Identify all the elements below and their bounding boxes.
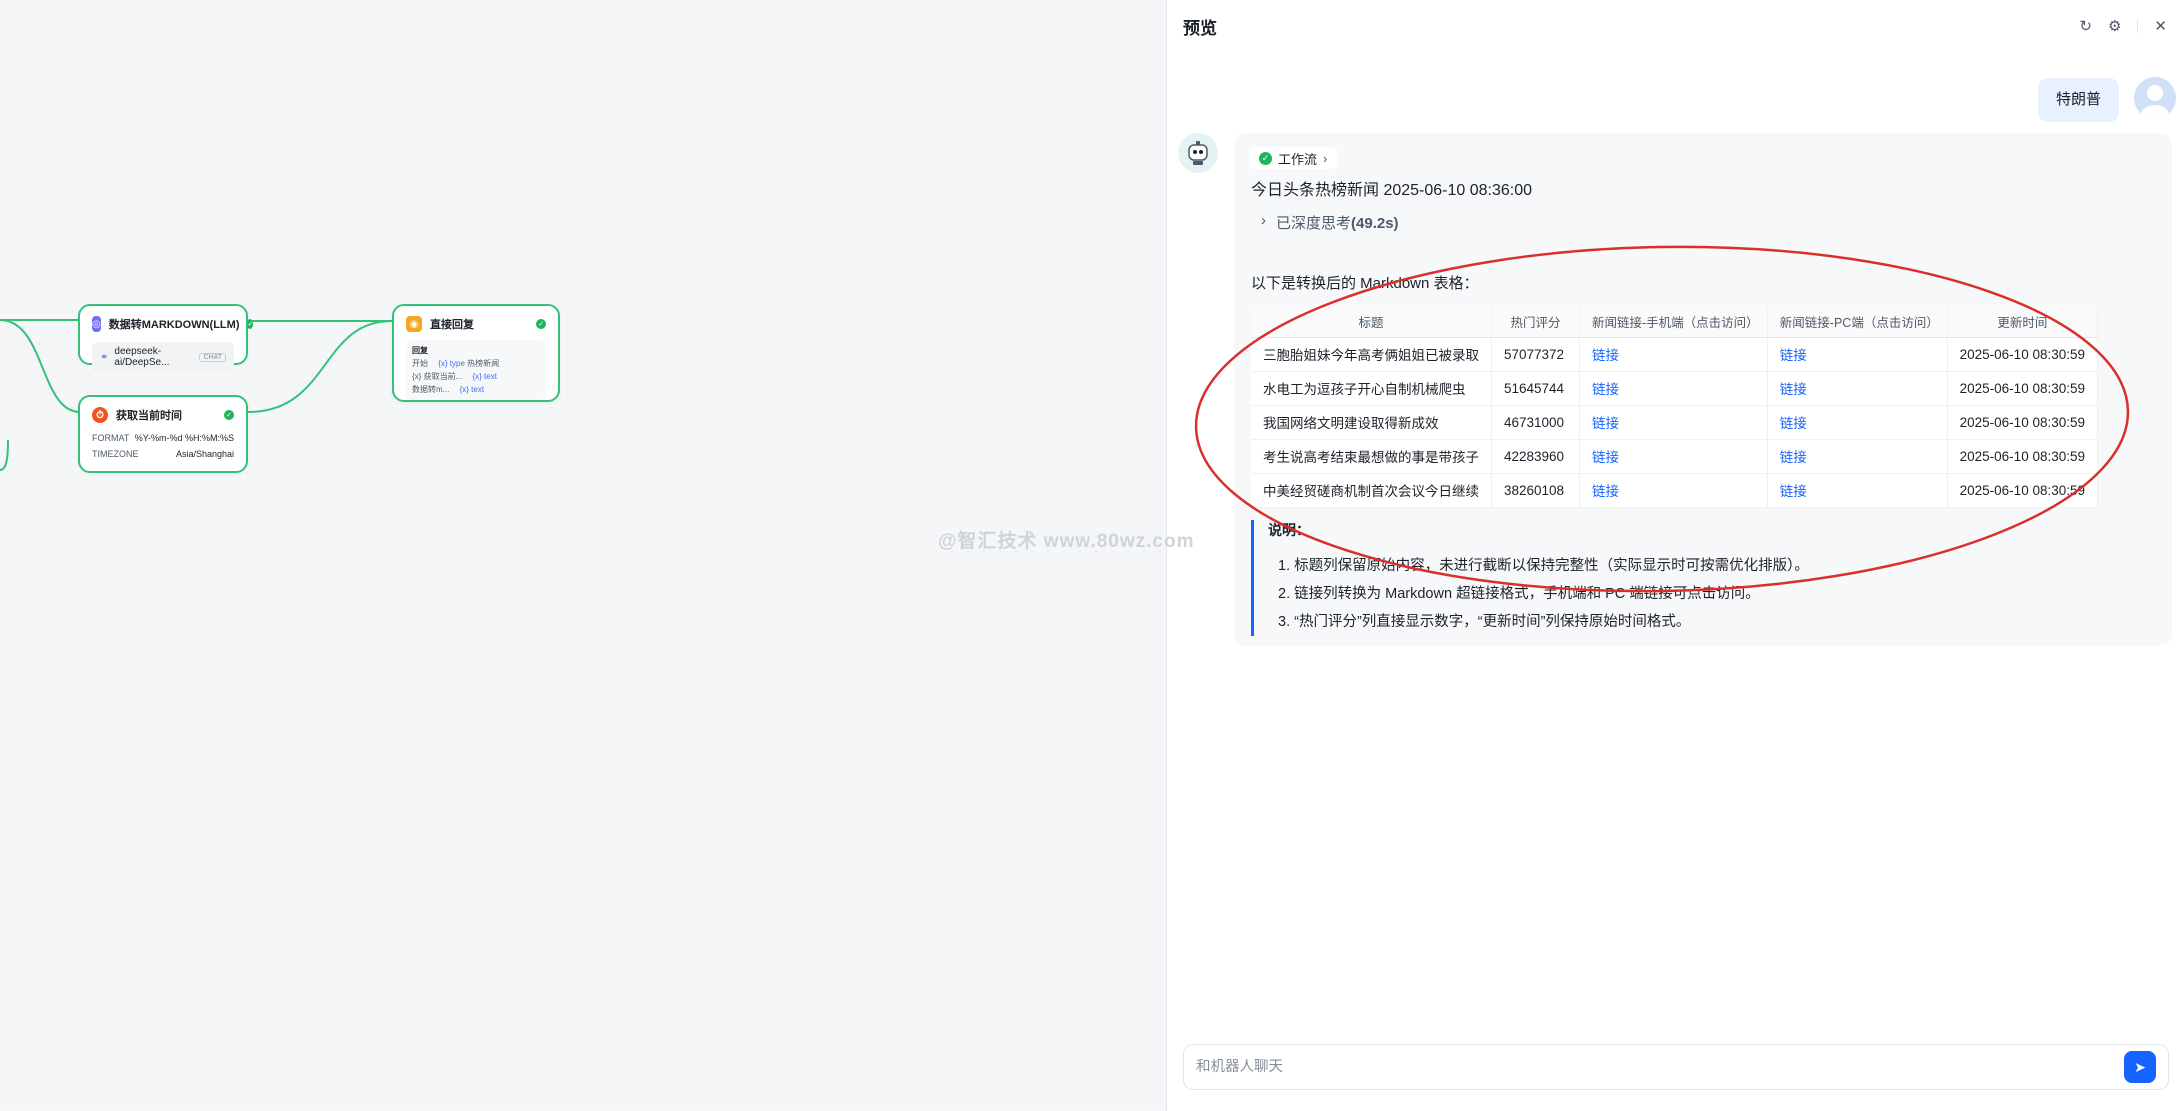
reply-icon: ◉	[406, 316, 422, 332]
note-item: 2. 链接列转换为 Markdown 超链接格式，手机端和 PC 端链接可点击访…	[1278, 586, 1760, 602]
table-row: 我国网络文明建设取得新成效 46731000 链接 链接 2025-06-10 0…	[1251, 405, 2099, 440]
workflow-status-tag[interactable]: ✓ 工作流 ›	[1249, 147, 1338, 169]
notes-list: 1. 标题列保留原始内容，未进行截断以保持完整性（实际显示时可按需优化排版）。 …	[1268, 552, 1951, 636]
reply-var-row: 开始 {x} type 热榜新闻	[412, 359, 500, 368]
model-link-icon: ⚭	[100, 351, 109, 363]
notes-title: 说明：	[1268, 522, 1310, 538]
reply-var-row: {x} 获取当前... {x} text	[412, 372, 497, 381]
deep-think-toggle[interactable]: › 已深度思考(49.2s)	[1261, 212, 1399, 233]
mobile-link[interactable]: 链接	[1579, 473, 1768, 508]
robot-icon	[1188, 141, 1208, 165]
col-time: 更新时间	[1947, 307, 2099, 338]
news-headline: 今日头条热榜新闻 2025-06-10 08:36:00	[1251, 182, 1533, 199]
model-pill[interactable]: ⚭ deepseek-ai/DeepSe... CHAT	[92, 342, 234, 372]
model-name: deepseek-ai/DeepSe...	[114, 346, 170, 368]
pc-link[interactable]: 链接	[1767, 405, 1948, 440]
edge-left-to-time	[0, 319, 81, 413]
toolbar-divider	[2137, 19, 2139, 33]
table-intro: 以下是转换后的 Markdown 表格：	[1251, 275, 1479, 292]
table-row: 三胞胎姐妹今年高考俩姐姐已被录取 57077372 链接 链接 2025-06-1…	[1251, 337, 2099, 372]
table-row: 中美经贸磋商机制首次会议今日继续 38260108 链接 链接 2025-06-1…	[1251, 473, 2099, 508]
success-check-icon: ✓	[247, 319, 254, 329]
user-avatar	[2134, 77, 2176, 119]
reply-variables: 回复 开始 {x} type 热榜新闻 {x} 获取当前... {x} text…	[406, 340, 546, 400]
chat-input[interactable]	[1196, 1059, 2124, 1075]
refresh-icon[interactable]: ↻	[2079, 17, 2092, 35]
reply-label: 回复	[412, 346, 428, 355]
mobile-link[interactable]: 链接	[1579, 439, 1768, 474]
close-icon[interactable]: ✕	[2154, 17, 2167, 35]
col-title: 标题	[1251, 307, 1492, 338]
success-check-icon: ✓	[224, 410, 234, 420]
time-zone-row: TIMEZONE Asia/Shanghai	[92, 449, 234, 459]
workflow-canvas[interactable]: ◎ 数据转MARKDOWN(LLM) ✓ ⚭ deepseek-ai/DeepS…	[0, 0, 1166, 1111]
node-direct-reply[interactable]: ◉ 直接回复 ✓ 回复 开始 {x} type 热榜新闻 {x} 获取当前...…	[392, 304, 560, 402]
chevron-right-icon: ›	[1261, 212, 1266, 229]
node-reply-title: 直接回复	[430, 319, 474, 331]
clock-icon: ⏱	[92, 407, 108, 423]
mobile-link[interactable]: 链接	[1579, 371, 1768, 406]
pc-link[interactable]: 链接	[1767, 473, 1948, 508]
panel-toolbar: ↻ ⚙ ✕	[2079, 17, 2167, 35]
send-button[interactable]: ➤	[2124, 1051, 2156, 1083]
node-time-title: 获取当前时间	[116, 410, 182, 422]
send-icon: ➤	[2134, 1058, 2146, 1075]
col-pc: 新闻链接-PC端（点击访问）	[1767, 307, 1948, 338]
node-markdown-llm[interactable]: ◎ 数据转MARKDOWN(LLM) ✓ ⚭ deepseek-ai/DeepS…	[78, 304, 254, 372]
panel-title: 预览	[1183, 19, 1217, 38]
workflow-edges	[0, 319, 393, 471]
node-markdown-title: 数据转MARKDOWN(LLM)	[108, 319, 240, 331]
mobile-link[interactable]: 链接	[1579, 405, 1768, 440]
chat-input-box[interactable]: ➤	[1183, 1044, 2169, 1090]
table-row: 考生说高考结束最想做的事是带孩子 42283960 链接 链接 2025-06-1…	[1251, 439, 2099, 474]
reply-var-row: 数据转m... {x} text	[412, 385, 485, 394]
mobile-link[interactable]: 链接	[1579, 337, 1768, 372]
success-check-icon: ✓	[536, 319, 546, 329]
table-row: 水电工为逗孩子开心自制机械爬虫 51645744 链接 链接 2025-06-10…	[1251, 371, 2099, 406]
bot-avatar	[1178, 133, 1218, 173]
llm-icon: ◎	[92, 316, 101, 332]
user-message: 特朗普	[2037, 78, 2119, 122]
note-item: 3. “热门评分”列直接显示数字，“更新时间”列保持原始时间格式。	[1278, 614, 1691, 630]
time-format-row: FORMAT %Y-%m-%d %H:%M:%S	[92, 433, 234, 443]
note-item: 1. 标题列保留原始内容，未进行截断以保持完整性（实际显示时可按需优化排版）。	[1278, 558, 1809, 574]
news-table: 标题 热门评分 新闻链接-手机端（点击访问） 新闻链接-PC端（点击访问） 更新…	[1251, 307, 2099, 508]
pc-link[interactable]: 链接	[1767, 337, 1948, 372]
success-check-icon: ✓	[1259, 151, 1272, 165]
watermark: @智汇技术 www.80wz.com	[938, 531, 1195, 552]
node-current-time[interactable]: ⏱ 获取当前时间 ✓ FORMAT %Y-%m-%d %H:%M:%S TIME…	[78, 395, 248, 473]
preview-panel: 预览 ↻ ⚙ ✕ 特朗普 ✓ 工作流 › 今日头条热榜新闻 2025-06-10…	[1166, 0, 2181, 1111]
chevron-right-icon: ›	[1323, 150, 1328, 166]
pc-link[interactable]: 链接	[1767, 439, 1948, 474]
notes-blockquote: 说明： 1. 标题列保留原始内容，未进行截断以保持完整性（实际显示时可按需优化排…	[1251, 520, 1951, 636]
settings-sliders-icon[interactable]: ⚙	[2108, 17, 2121, 35]
edge-time-to-reply	[247, 320, 393, 413]
col-score: 热门评分	[1491, 307, 1580, 338]
edge-left-node-edge	[0, 439, 9, 471]
col-mobile: 新闻链接-手机端（点击访问）	[1579, 307, 1768, 338]
pc-link[interactable]: 链接	[1767, 371, 1948, 406]
model-tag: CHAT	[199, 352, 226, 362]
